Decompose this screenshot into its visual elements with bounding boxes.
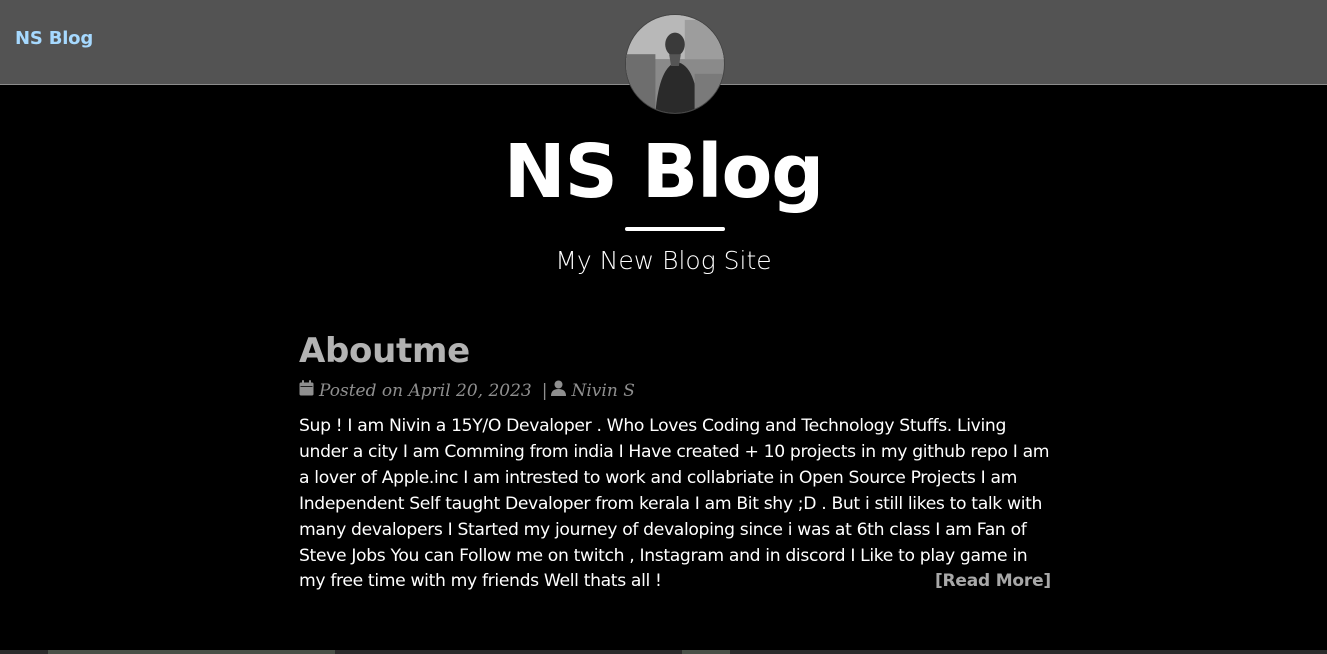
post-author: Nivin S — [571, 381, 635, 401]
site-subtitle: My New Blog Site — [555, 246, 772, 275]
read-more-link[interactable]: [Read More] — [935, 569, 1051, 595]
title-divider — [625, 227, 725, 231]
meta-separator: | — [541, 381, 548, 401]
post-date: Posted on April 20, 2023 — [319, 381, 532, 401]
post-excerpt-text: Sup ! I am Nivin a 15Y/O Devaloper . Who… — [299, 416, 1050, 592]
navbar-brand-link[interactable]: NS Blog — [15, 28, 93, 49]
author-avatar — [625, 14, 725, 114]
post-meta: Posted on April 20, 2023 | Nivin S — [299, 380, 1051, 402]
calendar-icon — [299, 380, 314, 402]
bottom-edge-strip — [0, 650, 1327, 654]
post-preview: Aboutme Posted on April 20, 2023 | Nivin… — [299, 328, 1051, 595]
user-icon — [551, 380, 567, 402]
avatar-photo — [626, 15, 724, 113]
post-excerpt: Sup ! I am Nivin a 15Y/O Devaloper . Who… — [299, 414, 1051, 595]
post-title-link[interactable]: Aboutme — [299, 328, 1051, 374]
site-title: NS Blog — [503, 129, 825, 215]
